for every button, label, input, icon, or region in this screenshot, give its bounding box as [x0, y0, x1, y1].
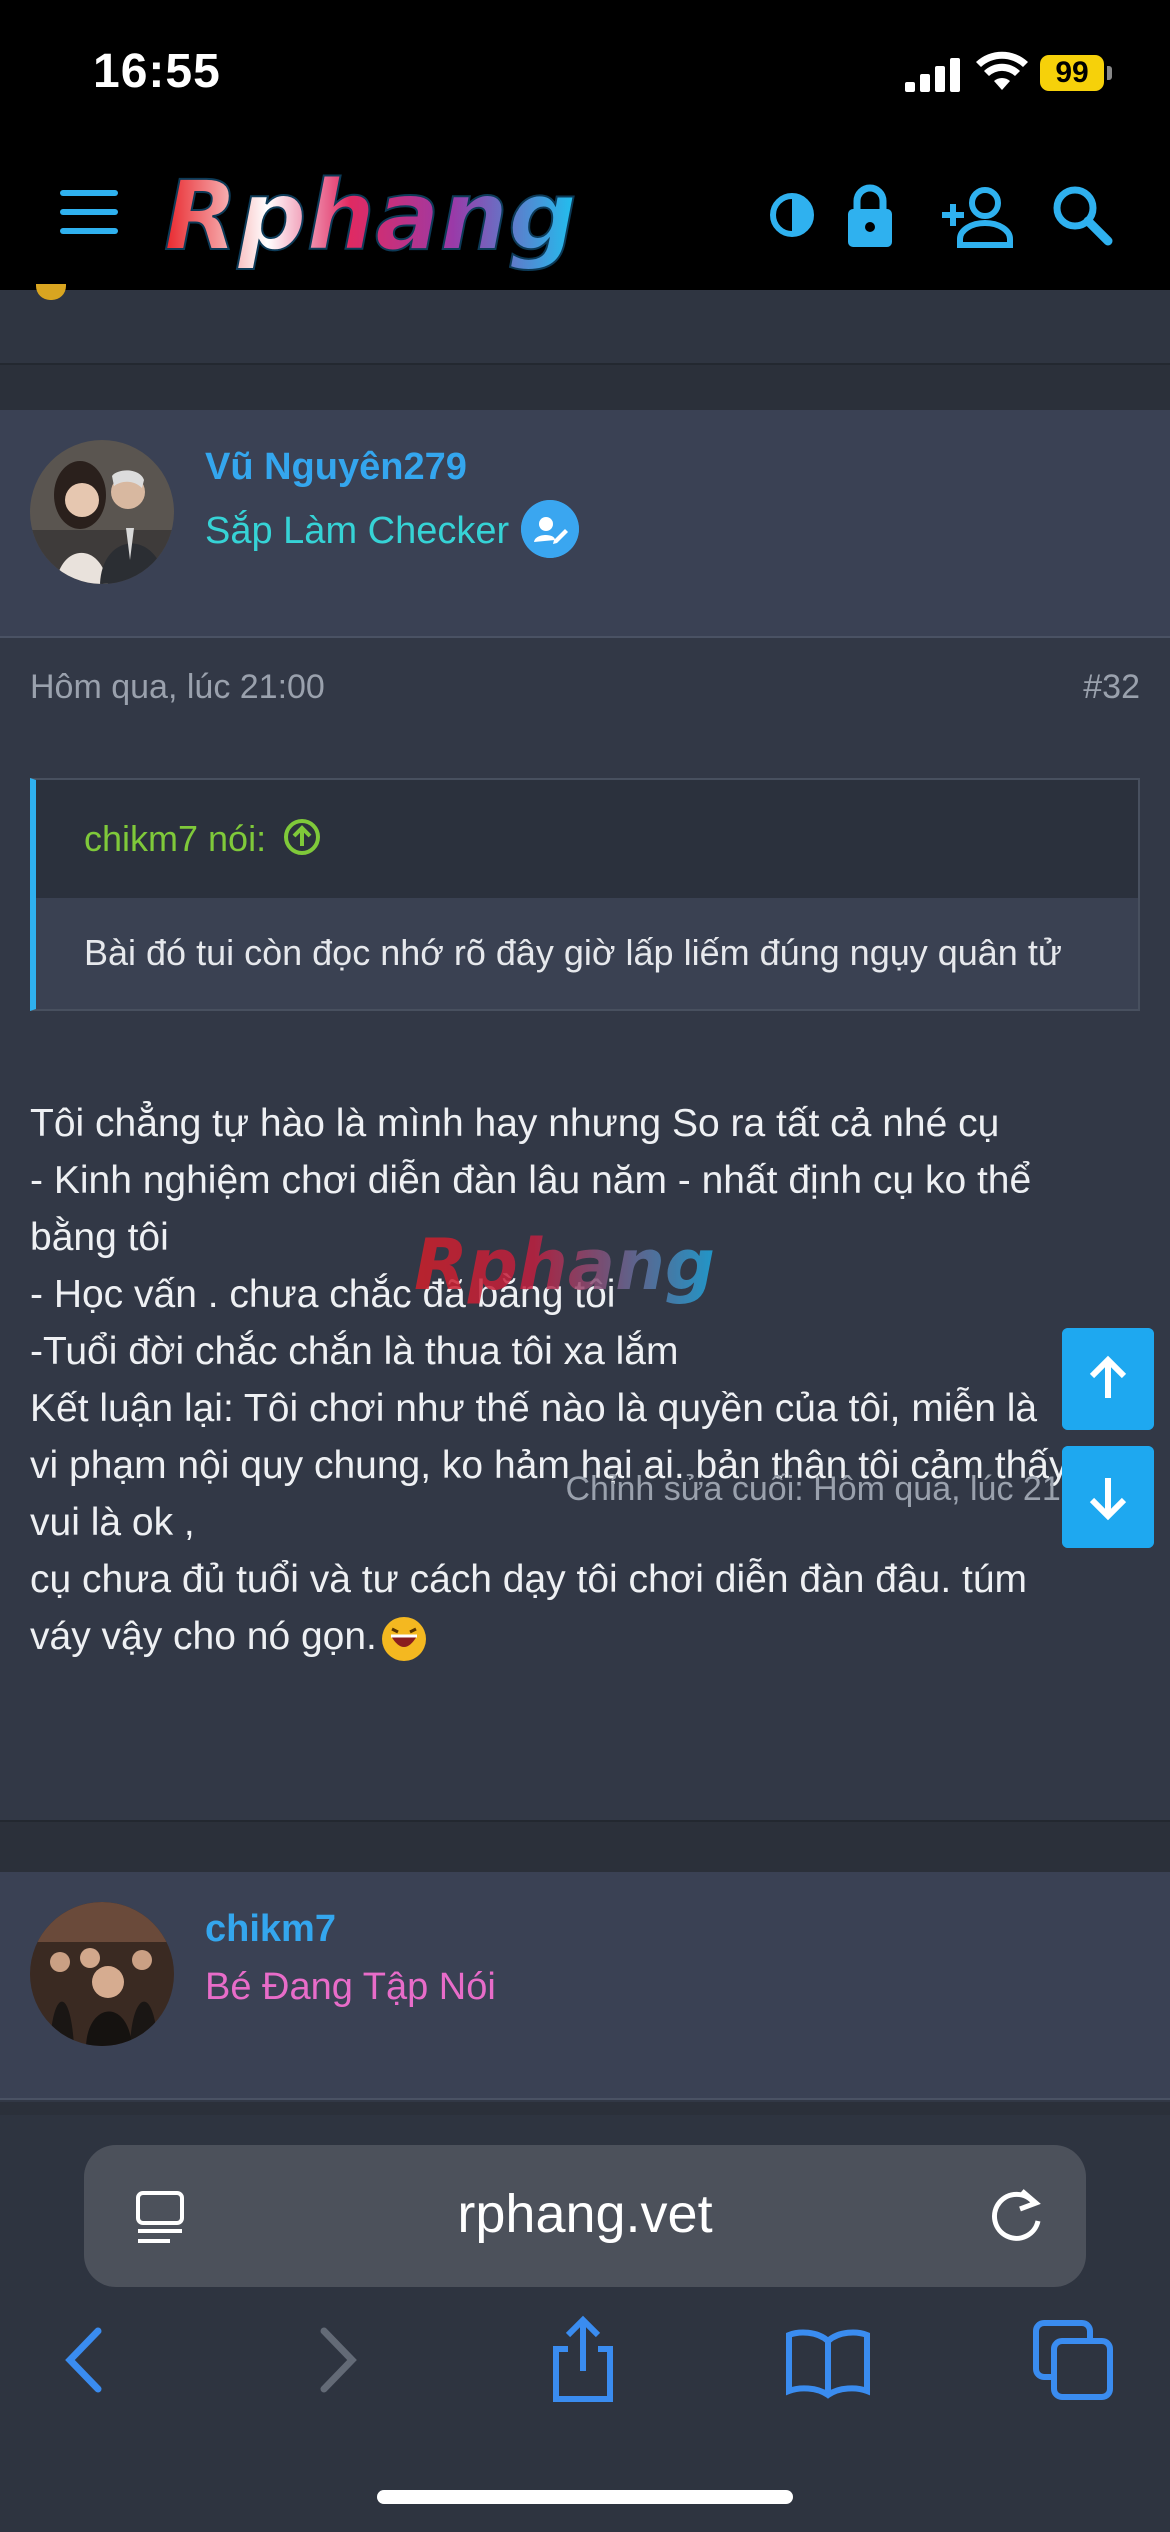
svg-text:Rphang: Rphang: [164, 163, 577, 272]
post-date[interactable]: Hôm qua, lúc 21:00: [30, 668, 325, 707]
post-number[interactable]: #32: [1083, 668, 1140, 707]
tabs-icon[interactable]: [1028, 2315, 1118, 2405]
post-user-bar: chikm7 Bé Đang Tập Nói: [0, 1872, 1170, 2100]
wifi-icon: [976, 51, 1028, 90]
lock-icon[interactable]: [830, 175, 910, 255]
last-edited: Chỉnh sửa cuối: Hôm qua, lúc 21:16: [565, 1470, 1108, 1508]
quote-text: Bài đó tui còn đọc nhớ rõ đây giờ lấp li…: [84, 932, 1062, 973]
site-logo[interactable]: Rphang: [160, 163, 720, 273]
go-to-quote-icon[interactable]: [282, 817, 322, 857]
body-line: váy vậy cho nó gọn.: [30, 1608, 1140, 1665]
post-32: Vũ Nguyên279 Sắp Làm Checker Hôm qua, lú…: [0, 410, 1170, 1820]
scroll-to-top-button[interactable]: [1062, 1328, 1154, 1430]
battery-icon: 99: [1040, 55, 1104, 91]
username[interactable]: Vũ Nguyên279: [205, 446, 467, 489]
laughing-emoji-icon: [381, 1616, 426, 1661]
previous-post-tail: [0, 284, 1170, 365]
user-title: Bé Đang Tập Nói: [205, 1966, 496, 2008]
body-line: -Tuổi đời chắc chắn là thua tôi xa lắm: [30, 1330, 679, 1373]
body-line: Tôi chẳng tự hào là mình hay nhưng So ra…: [30, 1102, 1000, 1145]
forward-icon[interactable]: [292, 2315, 382, 2405]
browser-bottom-bar: rphang.vet: [0, 2115, 1170, 2532]
emoji-icon: [36, 284, 66, 300]
reload-icon[interactable]: [984, 2183, 1048, 2249]
scroll-to-bottom-button[interactable]: [1062, 1446, 1154, 1548]
add-user-icon[interactable]: [938, 175, 1018, 255]
home-indicator: [377, 2490, 793, 2504]
body-line: cụ chưa đủ tuổi và tư cách dạy tôi chơi …: [30, 1558, 1028, 1601]
body-line: - Kinh nghiệm chơi diễn đàn lâu năm - nh…: [30, 1159, 1032, 1202]
post-user-bar: Vũ Nguyên279 Sắp Làm Checker: [0, 410, 1170, 638]
watermark-logo: Rphang: [414, 1224, 715, 1306]
status-time: 16:55: [93, 45, 221, 98]
address-bar[interactable]: rphang.vet: [84, 2145, 1086, 2287]
post-body: Tôi chẳng tự hào là mình hay nhưng So ra…: [30, 1095, 1140, 1665]
post-next: chikm7 Bé Đang Tập Nói: [0, 1872, 1170, 2102]
quote-block: chikm7 nói: Bài đó tui còn đọc nhớ rõ đâ…: [30, 778, 1140, 1011]
bookmarks-icon[interactable]: [783, 2315, 873, 2405]
share-icon[interactable]: [538, 2315, 628, 2405]
avatar[interactable]: [30, 1902, 174, 2046]
body-line-text: váy vậy cho nó gọn.: [30, 1615, 377, 1658]
user-title-text: Sắp Làm Checker: [205, 510, 510, 553]
quote-author[interactable]: chikm7 nói:: [84, 818, 266, 859]
battery-nub: [1107, 66, 1112, 80]
svg-text:Rphang: Rphang: [414, 1224, 715, 1306]
avatar[interactable]: [30, 440, 174, 584]
user-title: Sắp Làm Checker: [205, 500, 580, 562]
app-header: Rphang: [0, 145, 1170, 290]
back-icon[interactable]: [40, 2315, 130, 2405]
search-icon[interactable]: [1042, 175, 1122, 255]
body-line: Kết luận lại: Tôi chơi như thế nào là qu…: [30, 1387, 1038, 1430]
post-separator: [0, 1820, 1170, 1872]
url-text[interactable]: rphang.vet: [84, 2183, 1086, 2245]
quote-header[interactable]: chikm7 nói:: [36, 780, 1138, 898]
menu-icon[interactable]: [60, 190, 120, 234]
cellular-signal-icon: [905, 56, 961, 92]
username[interactable]: chikm7: [205, 1908, 336, 1951]
theme-toggle-icon[interactable]: [752, 175, 832, 255]
checker-badge-icon: [521, 500, 580, 558]
status-bar: 16:55 99: [0, 0, 1170, 145]
